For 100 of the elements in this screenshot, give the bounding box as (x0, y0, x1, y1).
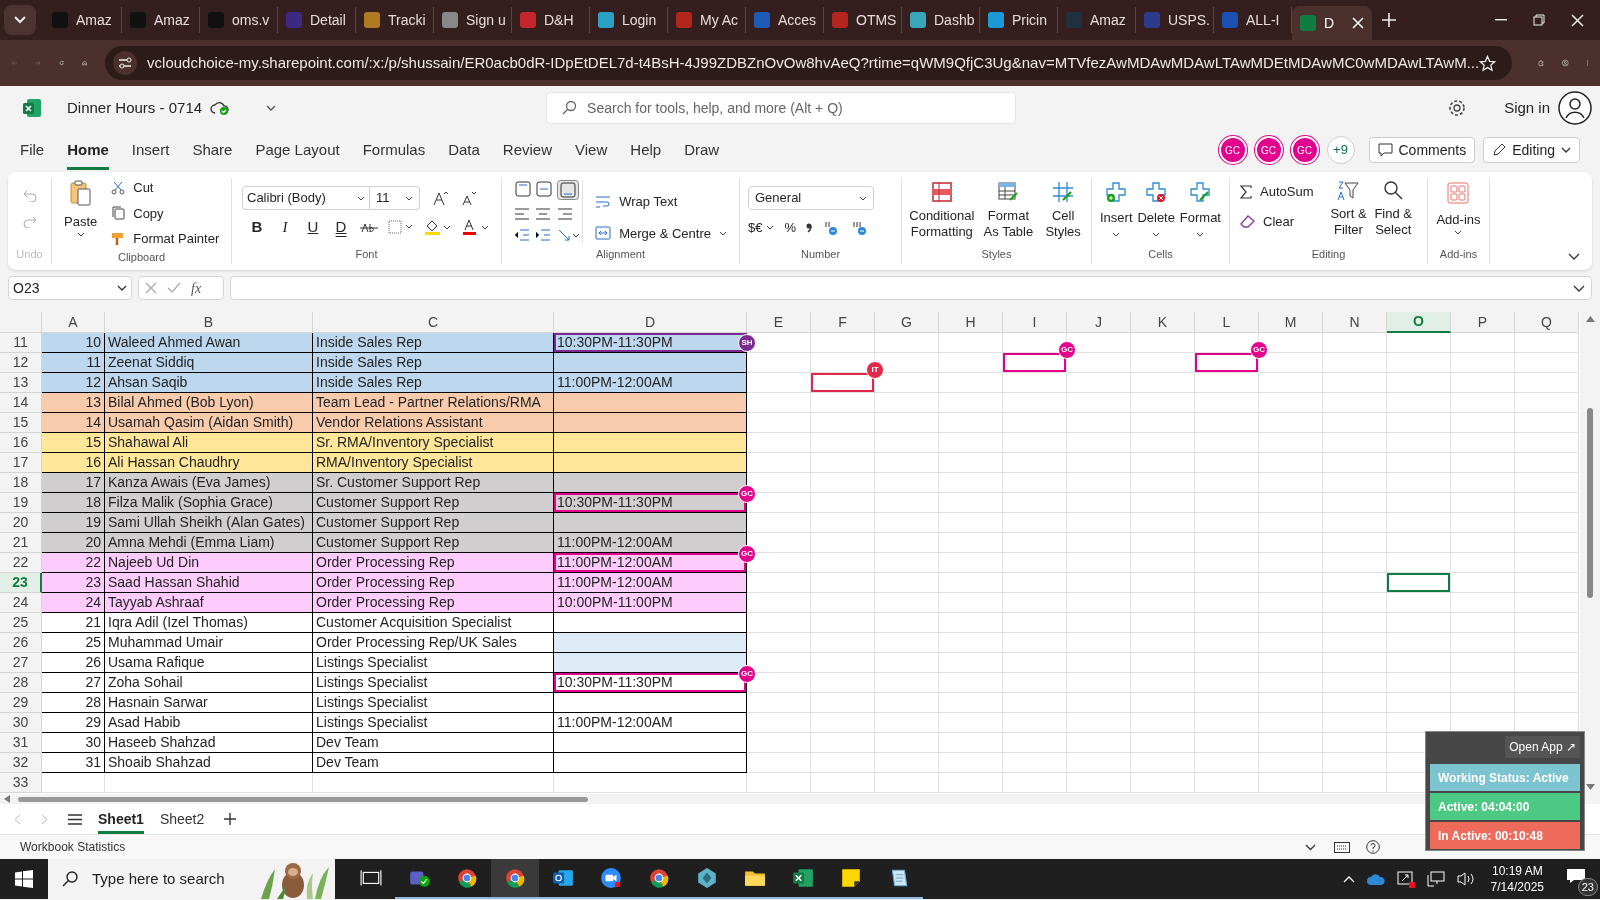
autosum-button[interactable]: AutoSum (1240, 182, 1328, 202)
number-format-dropdown[interactable]: General (748, 186, 874, 210)
wrap-text-button[interactable]: Wrap Text (595, 192, 727, 212)
menu-tab[interactable]: Review (502, 130, 553, 170)
menu-tab[interactable]: Insert (131, 130, 170, 170)
cut-button[interactable]: Cut (111, 178, 220, 198)
browser-tab[interactable]: USPS. (1136, 7, 1214, 33)
row-header[interactable]: 27 (0, 653, 42, 673)
menu-tab[interactable]: File (20, 130, 45, 170)
font-style-button[interactable]: I (276, 216, 294, 239)
scroll-thumb[interactable] (18, 796, 588, 802)
browser-tab[interactable]: ALL-I (1214, 7, 1292, 33)
settings-icon[interactable] (1448, 99, 1467, 117)
help-icon[interactable] (1366, 840, 1380, 854)
scroll-down-icon[interactable] (1585, 784, 1595, 790)
cell-styles-button[interactable]: Cell Styles (1041, 182, 1085, 240)
browser-tab[interactable]: Pricin (980, 7, 1058, 33)
open-app-link[interactable]: Open App ↗ (1505, 736, 1580, 758)
insert-function-button[interactable]: fx (191, 277, 202, 299)
search-field[interactable]: Search for tools, help, and more (Alt + Q) (546, 92, 1017, 124)
row-header[interactable]: 26 (0, 633, 42, 653)
column-header[interactable]: C (313, 312, 554, 333)
align-center-icon[interactable] (535, 207, 552, 221)
row-header[interactable]: 32 (0, 753, 42, 773)
row-header[interactable]: 19 (0, 493, 42, 513)
network-icon[interactable] (1426, 871, 1445, 887)
menu-tab[interactable]: Formulas (362, 130, 426, 170)
column-header[interactable]: F (811, 312, 875, 333)
row-header[interactable]: 33 (0, 773, 42, 793)
row-header[interactable]: 14 (0, 393, 42, 413)
menu-tab[interactable]: Share (192, 130, 233, 170)
row-header[interactable]: 28 (0, 673, 42, 693)
chevron-down-icon[interactable] (266, 105, 277, 111)
browser-tab[interactable]: My Ac (668, 7, 746, 33)
insert-cells-button[interactable]: Insert (1100, 182, 1133, 237)
browser-tab[interactable]: Amaz (122, 7, 200, 33)
menu-tab[interactable]: View (575, 130, 608, 170)
row-header[interactable]: 20 (0, 513, 42, 533)
browser-tab[interactable]: D&H (512, 7, 590, 33)
avatar-icon[interactable] (1558, 91, 1592, 125)
align-bottom-icon[interactable] (556, 180, 579, 200)
percent-button[interactable]: % (784, 218, 797, 238)
format-as-table-button[interactable]: Format As Table (979, 182, 1038, 240)
browser-tab[interactable]: Tracki (356, 7, 434, 33)
row-header[interactable]: 11 (0, 333, 42, 353)
browser-tab[interactable]: oms.v (200, 7, 278, 33)
close-tab-icon[interactable] (1352, 17, 1364, 29)
workbook-statistics-link[interactable]: Workbook Statistics (20, 838, 126, 856)
column-header[interactable]: O (1387, 312, 1451, 333)
collaborator-avatar[interactable]: GC (1254, 136, 1283, 164)
browser-tab[interactable]: Acces (746, 7, 824, 33)
column-header[interactable]: I (1003, 312, 1067, 333)
column-header[interactable]: P (1451, 312, 1515, 333)
column-header[interactable]: E (747, 312, 811, 333)
browser-tab[interactable]: Sign u (434, 7, 512, 33)
cloud-icon[interactable] (1366, 873, 1385, 885)
taskbar-search-field[interactable]: Type here to search (48, 859, 335, 899)
name-box[interactable]: O23 (8, 276, 132, 300)
browser-tab[interactable]: OTMS (824, 7, 902, 33)
address-bar[interactable]: vcloudchoice-my.sharepoint.com/:x:/p/shussain/ER0acb0dR-IDpEtDEL7d-t4BsH-4J99ZDBZnOvOw8hvAeQ?rtime=qWM9QfjC3Ug&nav=MTVfezAwMDAwMDAwLTAwMDEtMDAwMC0wMDAwLTAwM... (105, 46, 1513, 80)
sheet-tab[interactable]: Sheet2 (159, 804, 205, 834)
column-header[interactable]: N (1323, 312, 1387, 333)
format-cells-button[interactable]: Format (1179, 182, 1221, 237)
excel-logo-icon[interactable] (22, 98, 42, 118)
align-top-icon[interactable] (514, 180, 532, 198)
sign-in-button[interactable]: Sign in (1504, 96, 1550, 120)
formula-input[interactable] (230, 276, 1592, 300)
menu-tab[interactable]: Help (630, 130, 662, 170)
format-painter-button[interactable]: Format Painter (111, 229, 220, 249)
currency-button[interactable]: $€ (748, 218, 775, 238)
row-header[interactable]: 24 (0, 593, 42, 613)
windows-start-icon[interactable] (15, 870, 33, 888)
increase-indent-icon[interactable] (535, 228, 552, 242)
more-collaborators-badge[interactable]: +9 (1326, 136, 1355, 164)
site-settings-icon[interactable] (113, 51, 138, 75)
clock-date[interactable]: 7/14/2025 (1490, 879, 1544, 895)
row-header[interactable]: 30 (0, 713, 42, 733)
menu-icon[interactable] (68, 813, 82, 825)
conditional-formatting-button[interactable]: Conditional Formatting (908, 182, 976, 240)
column-header[interactable]: Q (1515, 312, 1579, 333)
browser-icon[interactable] (491, 859, 539, 899)
chevron-down-icon[interactable] (1305, 843, 1316, 851)
row-header[interactable]: 16 (0, 433, 42, 453)
chevron-down-icon[interactable] (1568, 253, 1580, 260)
browser-tab[interactable]: Login (590, 7, 668, 33)
row-header[interactable]: 18 (0, 473, 42, 493)
row-header[interactable]: 22 (0, 553, 42, 573)
editing-mode-button[interactable]: Editing (1483, 137, 1580, 163)
notification-icon[interactable] (1566, 868, 1586, 884)
column-header[interactable]: L (1195, 312, 1259, 333)
row-header[interactable]: 23 (0, 573, 42, 593)
merge-centre-button[interactable]: Merge & Centre (595, 223, 727, 243)
row-header[interactable]: 29 (0, 693, 42, 713)
browser-tab[interactable]: Dashb (902, 7, 980, 33)
collaborator-avatar[interactable]: GC (1290, 136, 1319, 164)
fill-color-icon[interactable] (424, 219, 452, 236)
menu-tab[interactable]: Data (448, 130, 480, 170)
column-header[interactable]: G (875, 312, 939, 333)
column-header[interactable]: A (42, 312, 105, 333)
add-sheet-icon[interactable] (224, 813, 237, 825)
